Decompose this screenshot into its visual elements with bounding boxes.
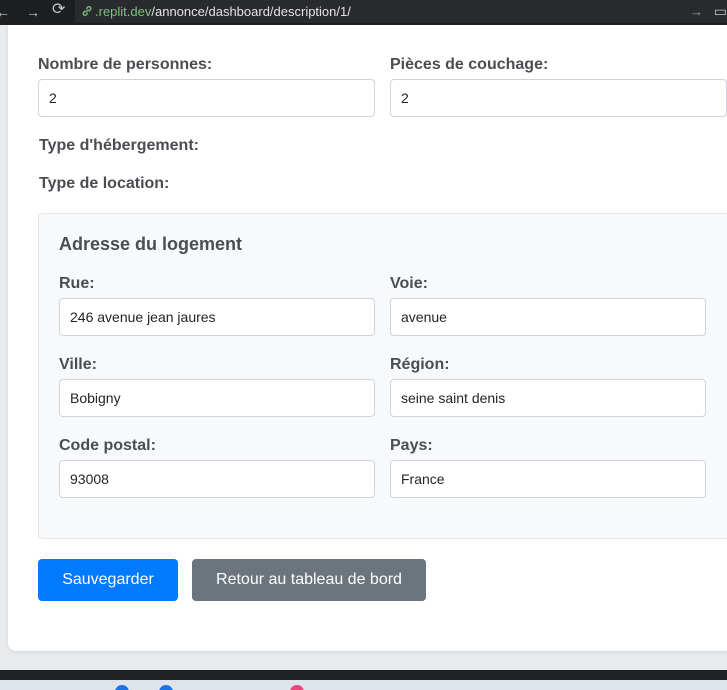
rue-label: Rue:	[59, 275, 95, 292]
code-postal-label: Code postal:	[59, 437, 156, 454]
back-arrow-icon[interactable]: ←	[0, 4, 10, 20]
url-domain: .replit.dev	[95, 4, 152, 19]
forward-arrow-icon[interactable]: →	[26, 4, 40, 20]
region-input[interactable]: seine saint denis	[390, 379, 706, 417]
region-label: Région:	[390, 356, 450, 373]
pieces-couchage-label: Pièces de couchage:	[390, 56, 549, 73]
ville-input[interactable]: Bobigny	[59, 379, 375, 417]
browser-toolbar: ← → ⟳ .replit.dev/annonce/dashboard/desc…	[0, 0, 727, 25]
pays-label: Pays:	[390, 437, 433, 454]
voie-label: Voie:	[390, 275, 428, 292]
code-postal-input[interactable]: 93008	[59, 460, 375, 498]
ville-label: Ville:	[59, 356, 97, 373]
address-section-title: Adresse du logement	[59, 234, 243, 254]
reload-icon[interactable]: ⟳	[52, 2, 65, 18]
pieces-couchage-input[interactable]: 2	[390, 79, 727, 117]
save-button[interactable]: Sauvegarder	[38, 559, 178, 601]
pays-input[interactable]: France	[390, 460, 706, 498]
window-bottom-border	[0, 670, 727, 680]
nombre-personnes-input[interactable]: 2	[38, 79, 375, 117]
voie-input[interactable]: avenue	[390, 298, 706, 336]
type-location-label: Type de location:	[39, 175, 170, 192]
monitor-icon[interactable]: ▭	[714, 3, 727, 20]
url-text: .replit.dev/annonce/dashboard/descriptio…	[95, 4, 351, 19]
link-icon	[82, 6, 92, 16]
back-to-dashboard-button[interactable]: Retour au tableau de bord	[192, 559, 426, 601]
rue-input[interactable]: 246 avenue jean jaures	[59, 298, 375, 336]
taskbar	[0, 680, 727, 690]
go-icon[interactable]: →	[690, 4, 703, 19]
nombre-personnes-label: Nombre de personnes:	[38, 56, 213, 73]
address-bar[interactable]: .replit.dev/annonce/dashboard/descriptio…	[75, 0, 727, 23]
type-hebergement-label: Type d'hébergement:	[39, 137, 199, 154]
url-path: /annonce/dashboard/description/1/	[151, 4, 351, 19]
